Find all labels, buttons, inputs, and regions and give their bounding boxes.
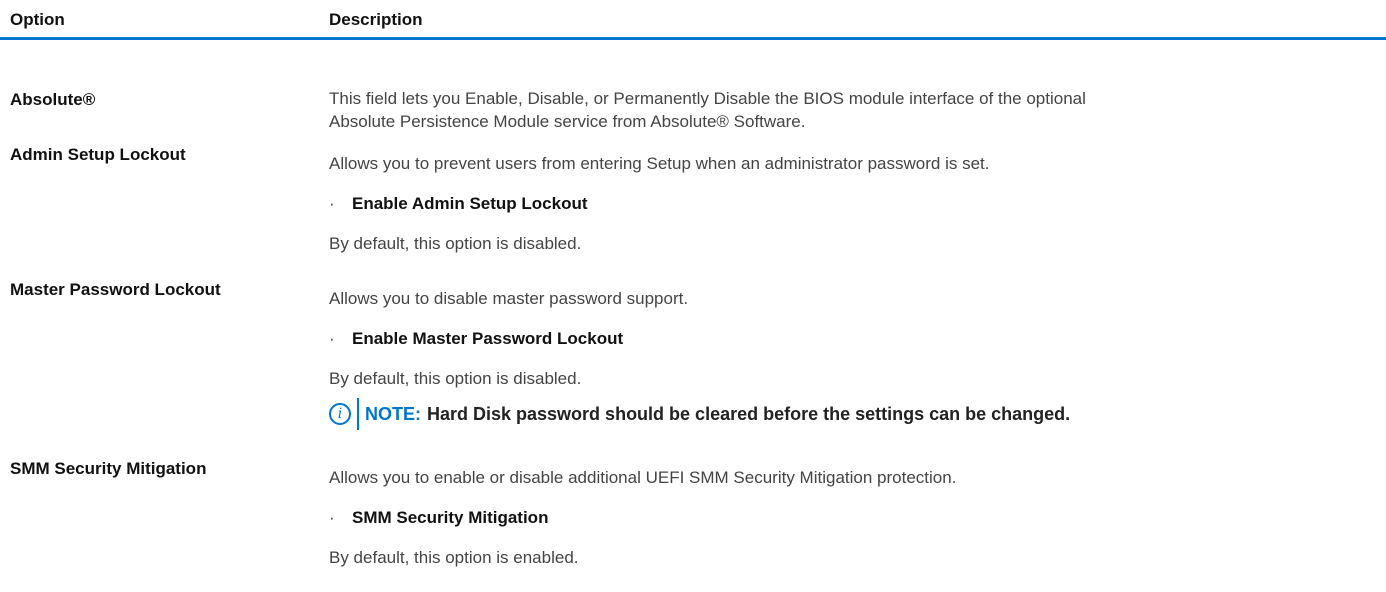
option-name: Absolute® — [10, 90, 96, 109]
description-line: Allows you to enable or disable addition… — [329, 468, 957, 487]
description-line: Allows you to disable master password su… — [329, 289, 689, 308]
bullet-glyph: · — [329, 329, 335, 348]
table-header: Option Description — [0, 0, 1386, 40]
bullet-text: SMM Security Mitigation — [352, 508, 549, 527]
note-divider — [357, 398, 359, 430]
default-text: By default, this option is disabled. — [329, 369, 582, 388]
bullet-item: · Enable Master Password Lockout — [329, 329, 623, 349]
note-callout: i NOTE: Hard Disk password should be cle… — [329, 398, 1070, 430]
option-name: Master Password Lockout — [10, 280, 221, 299]
description-line: Absolute Persistence Module service from… — [329, 112, 806, 131]
note-label: NOTE: — [365, 403, 421, 424]
option-name: SMM Security Mitigation — [10, 459, 207, 478]
bullet-item: · Enable Admin Setup Lockout — [329, 194, 588, 214]
description-column-header: Description — [329, 10, 423, 29]
bullet-text: Enable Master Password Lockout — [352, 329, 624, 348]
default-text: By default, this option is enabled. — [329, 548, 579, 567]
bullet-text: Enable Admin Setup Lockout — [352, 194, 588, 213]
bullet-glyph: · — [329, 508, 335, 527]
default-text: By default, this option is disabled. — [329, 234, 582, 253]
option-name: Admin Setup Lockout — [10, 145, 186, 164]
note-text: Hard Disk password should be cleared bef… — [427, 403, 1071, 424]
options-table: Option Description Absolute® This field … — [0, 0, 1386, 567]
description-line: Allows you to prevent users from enterin… — [329, 154, 990, 173]
info-icon: i — [329, 403, 351, 425]
description-line: This field lets you Enable, Disable, or … — [329, 89, 1086, 108]
bullet-item: · SMM Security Mitigation — [329, 508, 548, 528]
bullet-glyph: · — [329, 194, 335, 213]
option-column-header: Option — [10, 10, 65, 29]
